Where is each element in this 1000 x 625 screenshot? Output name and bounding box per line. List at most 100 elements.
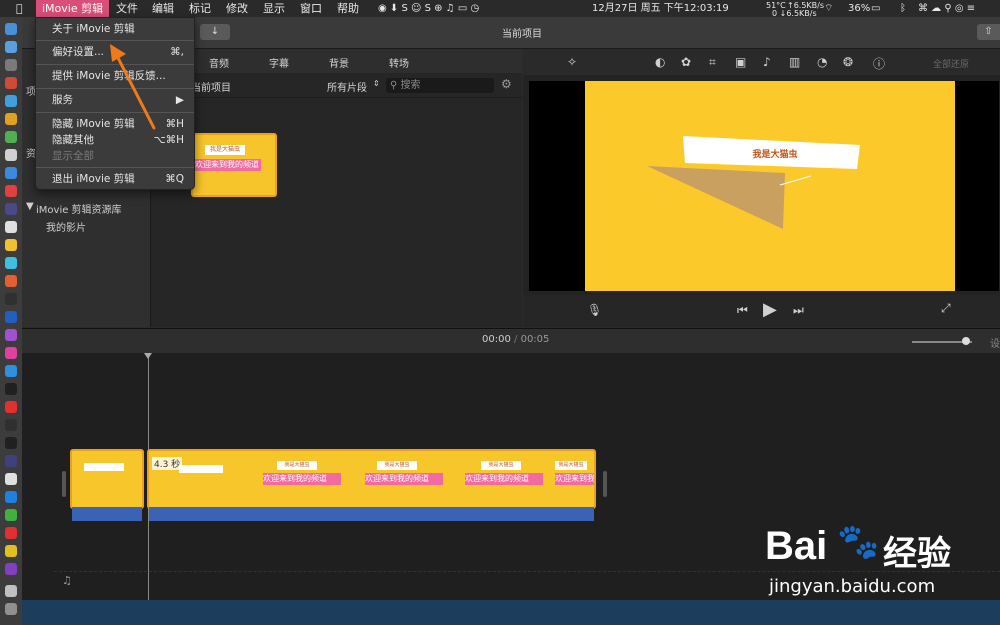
watermark-url: jingyan.baidu.com [769,576,936,597]
timecode-current: 00:00 [482,334,511,345]
safari-icon[interactable] [5,59,17,71]
app-icon-10[interactable] [5,239,17,251]
app-icon-7[interactable] [5,185,17,197]
app-icon-4[interactable] [5,131,17,143]
restore-all-button[interactable]: 全部还原 [933,57,969,70]
app-icon-14[interactable] [5,311,17,323]
app-icon-11[interactable] [5,257,17,269]
status-extra-icons[interactable]: ⌘ ☁ ⚲ ◎ ≡ [918,0,975,17]
app-icon-5[interactable] [5,149,17,161]
tab-backgrounds[interactable]: 背景 [329,55,349,70]
trash-icon[interactable] [5,603,17,615]
launchpad-icon[interactable] [5,41,17,53]
clip-filter-select[interactable]: 所有片段 [327,79,367,94]
app-icon-9[interactable] [5,221,17,233]
app-icon-21[interactable] [5,455,17,467]
sidebar-item-my-movies[interactable]: 我的影片 [46,219,86,234]
filter-chevron-icon[interactable]: ⇕ [373,79,380,88]
app-icon-27[interactable] [5,563,17,575]
disclosure-triangle-icon[interactable]: ▼ [26,201,34,212]
menu-window[interactable]: 窗口 [294,0,328,17]
zoom-slider-thumb[interactable] [962,337,970,345]
equalizer-icon[interactable]: ▥ [789,55,800,69]
menu-edit[interactable]: 编辑 [146,0,180,17]
sidebar-item-library[interactable]: iMovie 剪辑资源库 [36,201,122,216]
trim-handle-right[interactable] [603,471,607,497]
app-icon-24[interactable] [5,509,17,521]
menu-app-imovie[interactable]: iMovie 剪辑 [36,0,110,17]
project-clip-thumbnail[interactable]: 我是大猫虫 欢迎来到我的频道 [191,133,277,197]
downloads-icon[interactable] [5,585,17,597]
terminal-icon[interactable] [5,419,17,431]
timeline-header: 00:00 / 00:05 设 [22,328,1000,353]
timeline-settings-button[interactable]: 设 [990,335,1000,350]
play-icon[interactable]: ▶ [763,299,777,320]
menu-item-show-all: 显示全部 [36,147,194,165]
fullscreen-icon[interactable]: ⤢ [941,301,951,316]
tab-audio[interactable]: 音频 [209,55,229,70]
menu-item-quit[interactable]: 退出 iMovie 剪辑 ⌘Q [36,170,194,188]
app-icon-8[interactable] [5,203,17,215]
app-icon-13[interactable] [5,293,17,305]
app-icon-19[interactable] [5,401,17,413]
apple-menu-icon[interactable]:  [10,0,29,17]
clip-2-audio[interactable] [149,507,594,521]
tab-titles[interactable]: 字幕 [269,55,289,70]
clip-1-audio[interactable] [72,507,142,521]
share-button[interactable]: ⇧ [977,24,1000,40]
app-icon-26[interactable] [5,545,17,557]
skip-forward-icon[interactable]: ⏭ [793,303,804,318]
dock [0,17,22,625]
app-icon-12[interactable] [5,275,17,287]
menu-item-about[interactable]: 关于 iMovie 剪辑 [36,20,194,38]
menu-mark[interactable]: 标记 [183,0,217,17]
zoom-slider[interactable] [912,337,972,345]
menu-file[interactable]: 文件 [110,0,144,17]
skip-back-icon[interactable]: ⏮ [737,303,748,318]
playhead-handle-icon[interactable] [144,353,152,359]
finder-icon[interactable] [5,23,17,35]
app-icon-17[interactable] [5,365,17,377]
app-icon-20[interactable] [5,437,17,449]
battery-percent[interactable]: 36% [848,0,870,17]
color-balance-icon[interactable]: ◐ [655,55,665,69]
video-preview[interactable]: 我是大猫虫 [529,81,999,291]
browser-settings-gear-icon[interactable]: ⚙ [501,77,512,91]
app-icon-3[interactable] [5,113,17,125]
app-icon-6[interactable] [5,167,17,179]
tab-transitions[interactable]: 转场 [389,55,409,70]
trim-handle-left[interactable] [62,471,66,497]
app-icon-18[interactable] [5,383,17,395]
app-icon-23[interactable] [5,491,17,503]
crop-icon[interactable]: ⌗ [709,55,716,70]
status-icons[interactable]: ◉ ⬇ S ☺ S ⊕ ♫ ▭ ◷ [378,0,479,17]
timecode-separator: / [514,334,518,345]
info-icon[interactable]: ⓘ [873,55,885,72]
battery-icon[interactable]: ▭ [871,0,880,17]
menu-item-preferences-shortcut: ⌘, [170,46,184,58]
menu-modify[interactable]: 修改 [220,0,254,17]
app-icon-16[interactable] [5,347,17,359]
color-correction-icon[interactable]: ✿ [681,55,691,69]
menu-help[interactable]: 帮助 [331,0,365,17]
search-input[interactable]: ⚲ 搜索 [386,78,494,93]
wifi-icon[interactable]: ⌔ [824,0,833,17]
app-icon-15[interactable] [5,329,17,341]
menu-view[interactable]: 显示 [257,0,291,17]
title-graphic [647,136,860,229]
speed-icon[interactable]: ◔ [817,55,827,69]
clock[interactable]: 12月27日 周五 下午12:03:19 [592,0,729,17]
magic-wand-icon[interactable]: ✧ [567,55,577,69]
app-icon-22[interactable] [5,473,17,485]
filter-icon[interactable]: ❂ [843,55,853,69]
timeline-clip-2[interactable]: 4.3 秒 我是大猫虫 欢迎来到我的频道 我是大猫虫 欢迎来到我的频道 我是大猫… [147,449,596,509]
app-icon-25[interactable] [5,527,17,539]
timeline-clip-1[interactable] [70,449,144,509]
volume-icon[interactable]: ♪ [763,55,771,69]
app-icon-2[interactable] [5,95,17,107]
stabilization-icon[interactable]: ▣ [735,55,746,69]
bluetooth-icon[interactable]: ᛒ [900,0,906,17]
app-icon-1[interactable] [5,77,17,89]
import-button[interactable]: ↓ [200,24,230,40]
microphone-icon[interactable]: 🎙 [587,303,602,317]
